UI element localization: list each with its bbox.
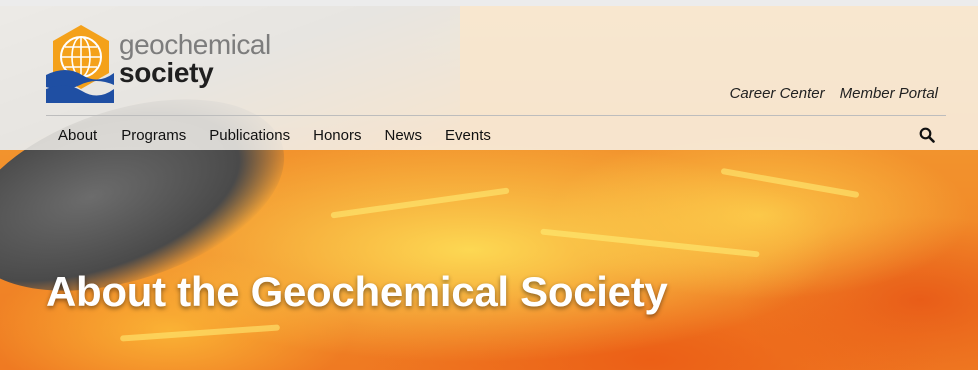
- nav-item-events[interactable]: Events: [445, 127, 491, 144]
- header-divider: [46, 115, 946, 116]
- globe-icon: [46, 25, 114, 103]
- nav-item-programs[interactable]: Programs: [121, 127, 186, 144]
- nav-item-honors[interactable]: Honors: [313, 127, 361, 144]
- nav-item-publications[interactable]: Publications: [209, 127, 290, 144]
- nav-item-about[interactable]: About: [58, 127, 97, 144]
- logo-name-line2: society: [119, 57, 214, 88]
- page-title: About the Geochemical Society: [46, 268, 668, 315]
- site-header: geochemical society Career Center Member…: [0, 0, 978, 150]
- hero-lava-streak: [330, 187, 510, 219]
- hero-lava-streak: [720, 167, 860, 199]
- nav-item-news[interactable]: News: [384, 127, 422, 144]
- member-portal-link[interactable]: Member Portal: [840, 85, 938, 102]
- logo-name-line1: geochemical: [119, 29, 271, 60]
- main-nav: About Programs Publications Honors News …: [58, 127, 514, 144]
- hero-lava-streak: [540, 228, 760, 258]
- site-logo[interactable]: geochemical society: [46, 23, 296, 105]
- search-icon[interactable]: [919, 127, 935, 143]
- career-center-link[interactable]: Career Center: [730, 85, 825, 102]
- utility-nav: Career Center Member Portal: [730, 85, 938, 102]
- hero-lava-streak: [119, 324, 281, 342]
